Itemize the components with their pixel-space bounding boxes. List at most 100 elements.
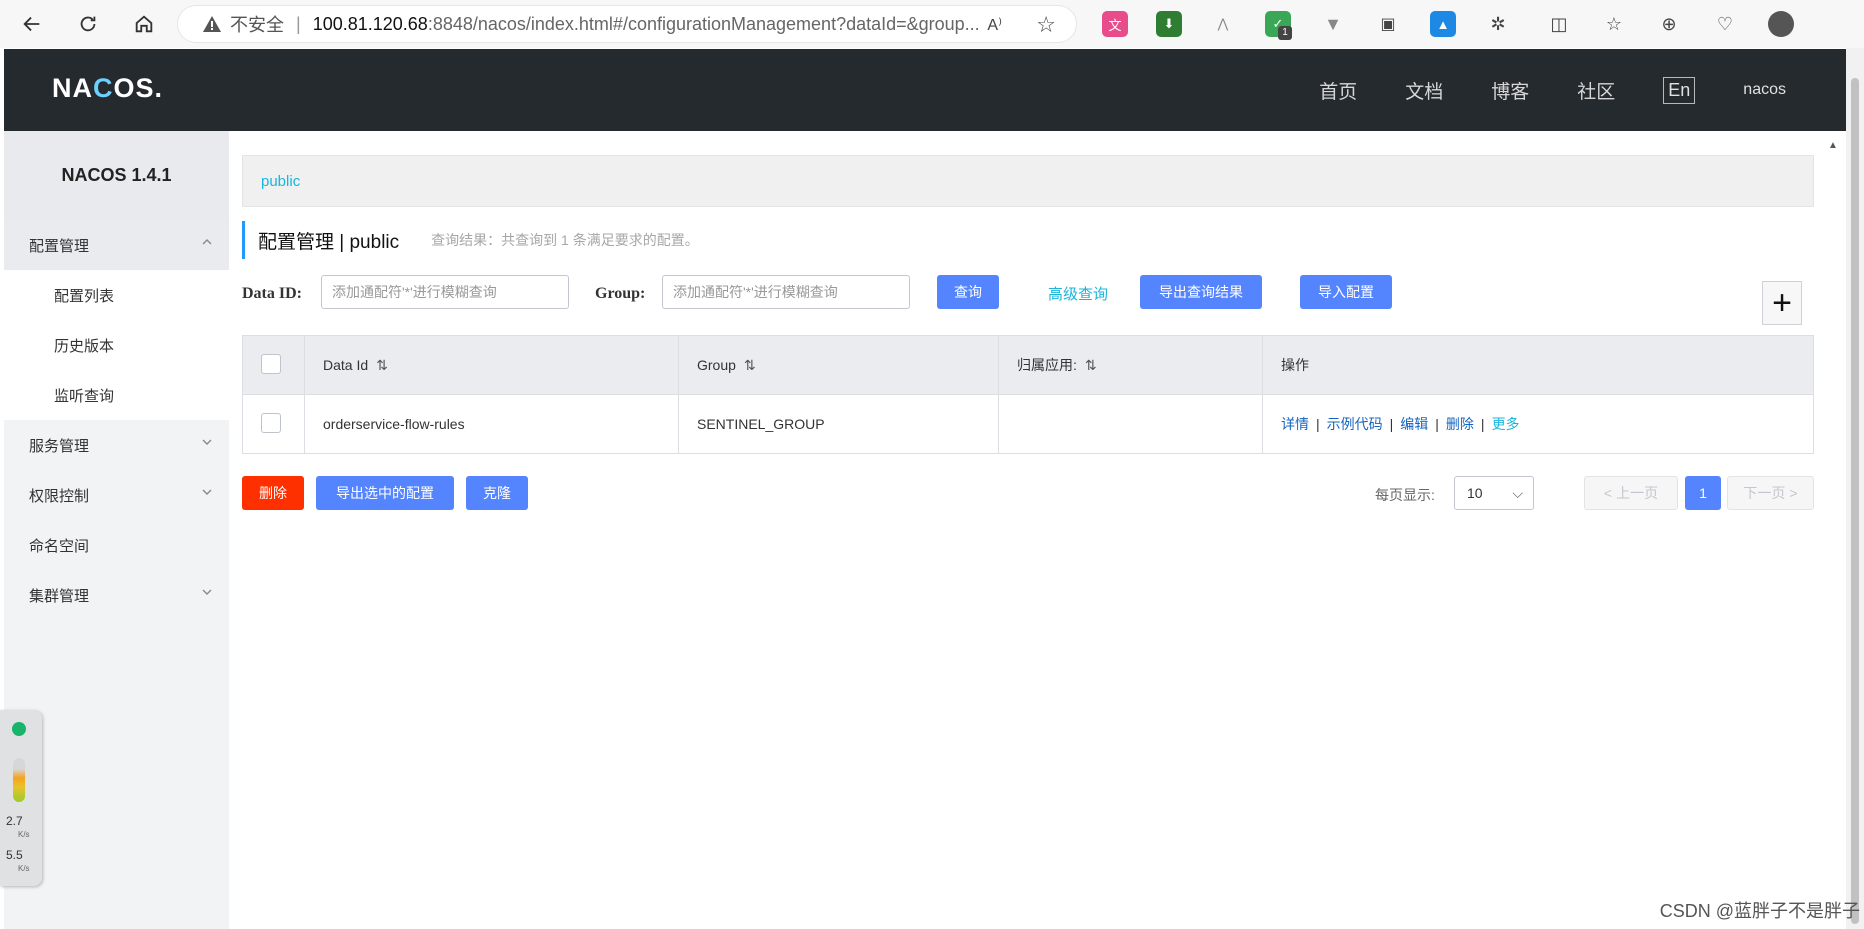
per-page-select[interactable]: 10 ⌵ (1454, 476, 1534, 510)
split-screen-icon[interactable]: ◫ (1546, 11, 1572, 37)
import-config-button[interactable]: 导入配置 (1300, 275, 1392, 309)
clone-button[interactable]: 克隆 (466, 476, 528, 510)
url-text: 100.81.120.68:8848/nacos/index.html#/con… (312, 13, 980, 34)
sort-icon[interactable]: ⇅ (744, 357, 756, 374)
performance-icon[interactable]: ♡ (1712, 11, 1738, 37)
collections-icon[interactable]: ⊕ (1656, 11, 1682, 37)
add-config-button[interactable]: + (1762, 281, 1802, 325)
action-edit-link[interactable]: 编辑 (1400, 416, 1428, 432)
favorite-star-icon[interactable]: ☆ (1036, 12, 1056, 38)
upload-speed: 2.7 (6, 814, 23, 828)
per-page-label: 每页显示: (1375, 487, 1435, 503)
column-app[interactable]: 归属应用: ⇅ (998, 335, 1263, 395)
download-speed: 5.5 (6, 848, 23, 862)
nav-blog[interactable]: 博客 (1491, 77, 1529, 104)
action-more-link[interactable]: 更多 (1492, 416, 1520, 432)
namespace-bar: public (242, 155, 1814, 207)
sidebar-item-service-management[interactable]: 服务管理 (4, 420, 229, 470)
column-data-id[interactable]: Data Id ⇅ (304, 335, 679, 395)
profile-extension-icon[interactable]: ▲ (1430, 11, 1456, 37)
scroll-up-arrow-icon[interactable]: ▲ (1828, 140, 1838, 151)
cell-data-id: orderservice-flow-rules (304, 394, 679, 454)
browser-toolbar: 不安全 | 100.81.120.68:8848/nacos/index.htm… (0, 0, 1864, 48)
extension-badge: 1 (1278, 26, 1292, 40)
vue-devtools-icon[interactable]: ▼ (1320, 11, 1346, 37)
page-1-button[interactable]: 1 (1685, 476, 1721, 510)
sidebar-item-access-control[interactable]: 权限控制 (4, 470, 229, 520)
avatar[interactable] (1768, 11, 1794, 37)
nacos-logo[interactable]: NACOS. (52, 73, 163, 104)
query-result-text: 查询结果：共查询到 1 条满足要求的配置。 (431, 232, 699, 248)
home-icon[interactable] (126, 6, 162, 42)
cell-group: SENTINEL_GROUP (678, 394, 999, 454)
tab-groups-icon[interactable]: ▣ (1375, 11, 1401, 37)
sidebar-item-namespace[interactable]: 命名空间 (4, 520, 229, 570)
next-page-button[interactable]: 下一页 > (1727, 476, 1814, 510)
table-header-row: Data Id ⇅ Group ⇅ 归属应用: ⇅ 操作 (242, 335, 1814, 395)
export-selected-button[interactable]: 导出选中的配置 (316, 476, 454, 510)
network-speed-widget[interactable]: 2.7 K/s 5.5 K/s (0, 710, 42, 886)
upload-unit: K/s (18, 830, 30, 839)
config-table: Data Id ⇅ Group ⇅ 归属应用: ⇅ 操作 orderservice-f… (242, 335, 1814, 454)
level-bar (13, 758, 25, 802)
cell-app (998, 394, 1263, 454)
data-id-input[interactable] (321, 275, 569, 309)
namespace-link-public[interactable]: public (261, 173, 300, 190)
address-bar[interactable]: 不安全 | 100.81.120.68:8848/nacos/index.htm… (178, 6, 1076, 42)
action-details-link[interactable]: 详情 (1281, 416, 1309, 432)
chevron-down-icon (201, 486, 215, 500)
sidebar-item-cluster-management[interactable]: 集群管理 (4, 570, 229, 620)
chevron-down-icon (201, 436, 215, 450)
row-checkbox[interactable] (261, 412, 281, 433)
refresh-icon[interactable] (70, 6, 106, 42)
translate-extension-icon[interactable]: 文 (1102, 11, 1128, 37)
action-sample-code-link[interactable]: 示例代码 (1327, 416, 1383, 432)
chevron-left-icon: < (1603, 485, 1613, 501)
sidebar-item-config-management[interactable]: 配置管理 (4, 220, 229, 270)
column-group[interactable]: Group ⇅ (678, 335, 999, 395)
user-menu[interactable]: nacos (1743, 81, 1786, 99)
cell-actions: 详情 | 示例代码 | 编辑 | 删除 | 更多 (1262, 394, 1814, 454)
sidebar-item-listener-query[interactable]: 监听查询 (4, 370, 229, 420)
delete-button[interactable]: 删除 (242, 476, 304, 510)
bulk-actions-bar: 删除 导出选中的配置 克隆 每页显示: 10 ⌵ < 上一页 1 下一页 > (242, 476, 1814, 536)
nav-community[interactable]: 社区 (1577, 77, 1615, 104)
read-aloud-icon[interactable]: A⁾ (987, 15, 1002, 35)
select-all-cell (242, 335, 305, 395)
download-unit: K/s (18, 864, 30, 873)
action-delete-link[interactable]: 删除 (1446, 416, 1474, 432)
advanced-query-link[interactable]: 高级查询 (1048, 283, 1108, 304)
main-content: public 配置管理 | public 查询结果：共查询到 1 条满足要求的配… (242, 155, 1814, 536)
scrollbar-thumb[interactable] (1851, 78, 1859, 924)
chevron-down-icon (201, 586, 215, 600)
data-id-label: Data ID: (242, 285, 302, 302)
language-switch[interactable]: En (1663, 76, 1696, 104)
favorites-icon[interactable]: ☆ (1601, 11, 1627, 37)
select-all-checkbox[interactable] (261, 353, 281, 374)
sort-icon[interactable]: ⇅ (376, 357, 388, 374)
download-extension-icon[interactable]: ⬇ (1156, 11, 1182, 37)
nav-docs[interactable]: 文档 (1405, 77, 1443, 104)
group-input[interactable] (662, 275, 910, 309)
extensions-puzzle-icon[interactable]: ✲ (1485, 11, 1511, 37)
sort-icon[interactable]: ⇅ (1085, 357, 1097, 374)
column-actions: 操作 (1262, 335, 1814, 395)
page-title-row: 配置管理 | public 查询结果：共查询到 1 条满足要求的配置。 (242, 221, 1814, 259)
watermark: CSDN @蓝胖子不是胖子 (1659, 901, 1860, 921)
sidebar-title: NACOS 1.4.1 (4, 131, 229, 220)
back-icon[interactable] (14, 6, 50, 42)
filter-bar: Data ID: Group: 查询 高级查询 导出查询结果 导入配置 + (242, 267, 1814, 327)
group-label: Group: (595, 285, 646, 302)
query-button[interactable]: 查询 (937, 275, 999, 309)
sidebar-item-history[interactable]: 历史版本 (4, 320, 229, 370)
sidebar-item-config-list[interactable]: 配置列表 (4, 270, 229, 320)
page-scrollbar[interactable] (1846, 48, 1864, 929)
prev-page-button[interactable]: < 上一页 (1584, 476, 1678, 510)
divider: | (296, 13, 301, 34)
nav-home[interactable]: 首页 (1319, 77, 1357, 104)
tampermonkey-icon[interactable]: ⋀ (1210, 11, 1236, 37)
row-select-cell (242, 394, 305, 454)
chevron-down-icon: ⌵ (1512, 485, 1523, 501)
export-results-button[interactable]: 导出查询结果 (1140, 275, 1262, 309)
top-nav: 首页 文档 博客 社区 En nacos (1271, 49, 1786, 131)
